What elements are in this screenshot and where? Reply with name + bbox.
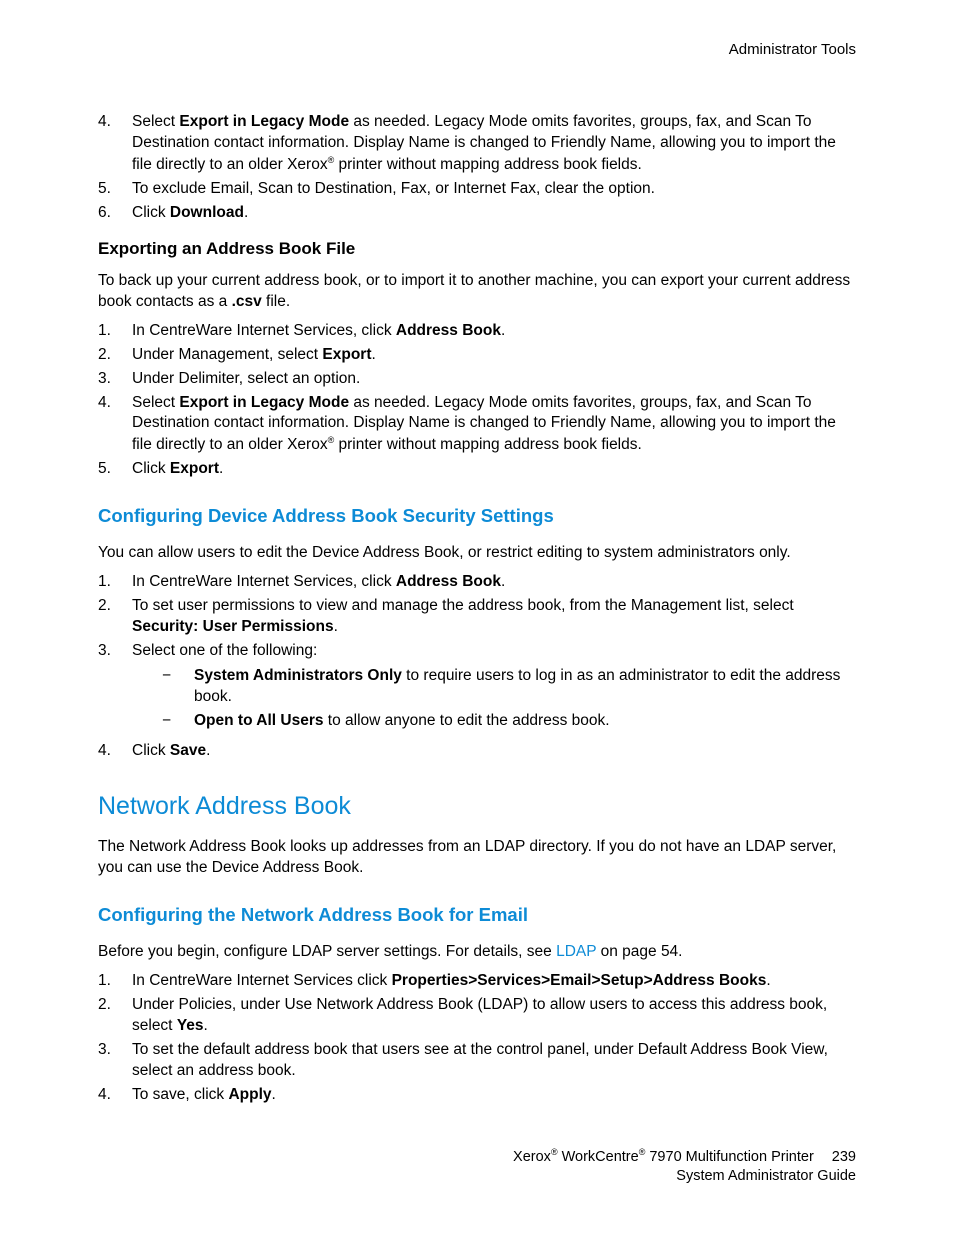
list-text: Select Export in Legacy Mode as needed. … xyxy=(132,112,856,176)
list-item: 2.To set user permissions to view and ma… xyxy=(98,596,856,638)
sub-item: −Open to All Users to allow anyone to ed… xyxy=(162,711,856,732)
export-list: 1.In CentreWare Internet Services, click… xyxy=(98,321,856,481)
running-header: Administrator Tools xyxy=(98,40,856,60)
network-heading: Network Address Book xyxy=(98,790,856,824)
list-number: 5. xyxy=(98,179,132,200)
list-item: 4.To save, click Apply. xyxy=(98,1085,856,1106)
email-list: 1.In CentreWare Internet Services click … xyxy=(98,971,856,1106)
page-footer: Xerox® WorkCentre® 7970 Multifunction Pr… xyxy=(513,1146,856,1187)
list-item: 5. To exclude Email, Scan to Destination… xyxy=(98,179,856,200)
list-item: 5.Click Export. xyxy=(98,459,856,480)
paragraph: You can allow users to edit the Device A… xyxy=(98,543,856,564)
list-item: 1.In CentreWare Internet Services click … xyxy=(98,971,856,992)
list-item: 4. Select Export in Legacy Mode as neede… xyxy=(98,393,856,457)
list-item: 1.In CentreWare Internet Services, click… xyxy=(98,321,856,342)
footer-line1: Xerox® WorkCentre® 7970 Multifunction Pr… xyxy=(513,1146,856,1167)
list-item: 4. Select Export in Legacy Mode as neede… xyxy=(98,112,856,176)
export-subheading: Exporting an Address Book File xyxy=(98,238,856,261)
list-item: 3.To set the default address book that u… xyxy=(98,1040,856,1082)
ldap-link[interactable]: LDAP xyxy=(556,943,596,960)
list-text: To exclude Email, Scan to Destination, F… xyxy=(132,179,856,200)
continued-list: 4. Select Export in Legacy Mode as neede… xyxy=(98,112,856,224)
list-item: 6. Click Download. xyxy=(98,203,856,224)
email-heading: Configuring the Network Address Book for… xyxy=(98,903,856,928)
list-item: 2.Under Management, select Export. xyxy=(98,345,856,366)
list-text: Click Download. xyxy=(132,203,856,224)
sub-item: −System Administrators Only to require u… xyxy=(162,666,856,708)
paragraph: Before you begin, configure LDAP server … xyxy=(98,942,856,963)
paragraph: To back up your current address book, or… xyxy=(98,271,856,313)
list-item: 3.Under Delimiter, select an option. xyxy=(98,369,856,390)
footer-line2: System Administrator Guide xyxy=(513,1167,856,1187)
list-item: 1.In CentreWare Internet Services, click… xyxy=(98,572,856,593)
list-number: 6. xyxy=(98,203,132,224)
list-item: 3. Select one of the following: −System … xyxy=(98,641,856,738)
page-number: 239 xyxy=(832,1149,856,1165)
paragraph: The Network Address Book looks up addres… xyxy=(98,837,856,879)
document-page: Administrator Tools 4. Select Export in … xyxy=(0,0,954,1235)
list-number: 4. xyxy=(98,112,132,176)
security-heading: Configuring Device Address Book Security… xyxy=(98,504,856,529)
security-list: 1.In CentreWare Internet Services, click… xyxy=(98,572,856,761)
list-item: 4.Click Save. xyxy=(98,741,856,762)
list-item: 2.Under Policies, under Use Network Addr… xyxy=(98,995,856,1037)
sub-list: −System Administrators Only to require u… xyxy=(162,666,856,732)
